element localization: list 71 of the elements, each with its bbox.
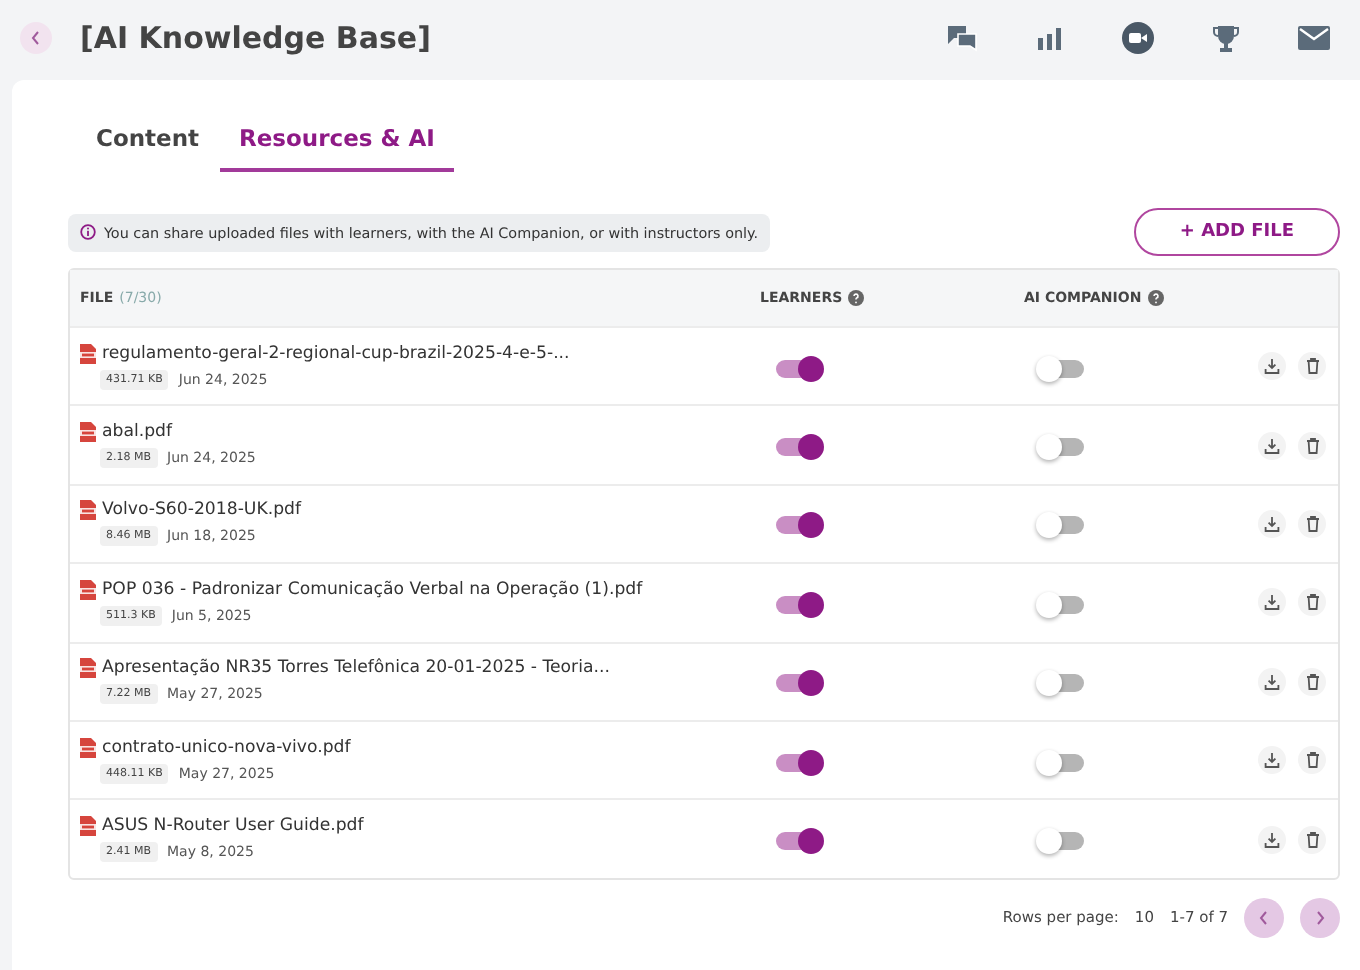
trash-icon bbox=[1305, 515, 1319, 532]
learners-toggle[interactable] bbox=[776, 516, 820, 535]
tab[interactable]: Content bbox=[76, 108, 220, 172]
download-button[interactable] bbox=[1258, 746, 1286, 775]
download-icon bbox=[1264, 515, 1280, 532]
download-icon bbox=[1264, 831, 1280, 848]
trophy-icon[interactable] bbox=[1208, 20, 1244, 56]
file-name: ASUS N-Router User Guide.pdf bbox=[102, 816, 364, 837]
download-button[interactable] bbox=[1258, 667, 1286, 696]
learners-toggle[interactable] bbox=[776, 359, 820, 378]
delete-button[interactable] bbox=[1298, 825, 1326, 854]
trash-icon bbox=[1305, 831, 1319, 848]
ai-companion-toggle[interactable] bbox=[1040, 753, 1084, 772]
download-button[interactable] bbox=[1258, 431, 1286, 460]
file-name: POP 036 - Padronizar Comunicação Verbal na Operação (1).pdf bbox=[102, 579, 643, 600]
delete-button[interactable] bbox=[1298, 588, 1326, 617]
ai-companion-toggle[interactable] bbox=[1040, 595, 1084, 614]
pdf-file-icon bbox=[80, 422, 96, 443]
tab[interactable]: Resources & AI bbox=[219, 108, 455, 172]
back-button[interactable] bbox=[20, 22, 52, 54]
file-name: abal.pdf bbox=[102, 422, 173, 443]
pdf-file-icon bbox=[80, 737, 96, 758]
download-button[interactable] bbox=[1258, 588, 1286, 617]
learners-toggle[interactable] bbox=[776, 595, 820, 614]
info-icon bbox=[80, 224, 96, 240]
help-icon bbox=[1147, 290, 1164, 306]
delete-button[interactable] bbox=[1298, 746, 1326, 775]
ai-companion-toggle[interactable] bbox=[1040, 516, 1084, 535]
ai-companion-toggle[interactable] bbox=[1040, 359, 1084, 378]
delete-button[interactable] bbox=[1298, 667, 1326, 696]
pdf-file-icon bbox=[80, 658, 96, 679]
pdf-file-icon bbox=[80, 343, 96, 364]
learners-toggle[interactable] bbox=[776, 832, 820, 851]
trash-icon bbox=[1305, 752, 1319, 769]
download-icon bbox=[1264, 752, 1280, 769]
file-name: contrato-unico-nova-vivo.pdf bbox=[102, 737, 351, 758]
delete-button[interactable] bbox=[1298, 352, 1326, 381]
learners-toggle[interactable] bbox=[776, 438, 820, 457]
pdf-file-icon bbox=[80, 579, 96, 600]
trash-icon bbox=[1305, 673, 1319, 690]
chat-icon[interactable] bbox=[944, 20, 980, 56]
trash-icon bbox=[1305, 358, 1319, 375]
chevron-left-icon bbox=[30, 30, 42, 46]
learners-toggle[interactable] bbox=[776, 674, 820, 693]
ai-companion-toggle[interactable] bbox=[1040, 832, 1084, 851]
pdf-file-icon bbox=[80, 816, 96, 837]
download-button[interactable] bbox=[1258, 352, 1286, 381]
file-name: Volvo-S60-2018-UK.pdf bbox=[102, 500, 302, 521]
ai-companion-toggle[interactable] bbox=[1040, 438, 1084, 457]
page-title: [AI Knowledge Base] bbox=[80, 20, 433, 56]
download-icon bbox=[1264, 673, 1280, 690]
learners-toggle[interactable] bbox=[776, 753, 820, 772]
file-name: regulamento-geral-2-regional-cup-brazil-2025-4-e-5-... bbox=[102, 343, 570, 364]
delete-button[interactable] bbox=[1298, 431, 1326, 460]
download-button[interactable] bbox=[1258, 825, 1286, 854]
download-icon bbox=[1264, 437, 1280, 454]
ai-companion-toggle[interactable] bbox=[1040, 674, 1084, 693]
trash-icon bbox=[1305, 594, 1319, 611]
file-name: Apresentação NR35 Torres Telefônica 20-01-2025 - Teoria... bbox=[102, 658, 610, 679]
chevron-right-icon bbox=[1314, 909, 1326, 926]
download-button[interactable] bbox=[1258, 509, 1286, 538]
pdf-file-icon bbox=[80, 500, 96, 521]
download-icon bbox=[1264, 358, 1280, 375]
trash-icon bbox=[1305, 437, 1319, 454]
add-file-button[interactable]: + ADD FILE bbox=[1133, 208, 1340, 256]
chevron-left-icon bbox=[1258, 909, 1270, 926]
download-icon bbox=[1264, 594, 1280, 611]
mail-icon[interactable] bbox=[1296, 20, 1332, 56]
delete-button[interactable] bbox=[1298, 509, 1326, 538]
video-camera-icon[interactable] bbox=[1120, 20, 1156, 56]
help-icon bbox=[848, 290, 865, 306]
